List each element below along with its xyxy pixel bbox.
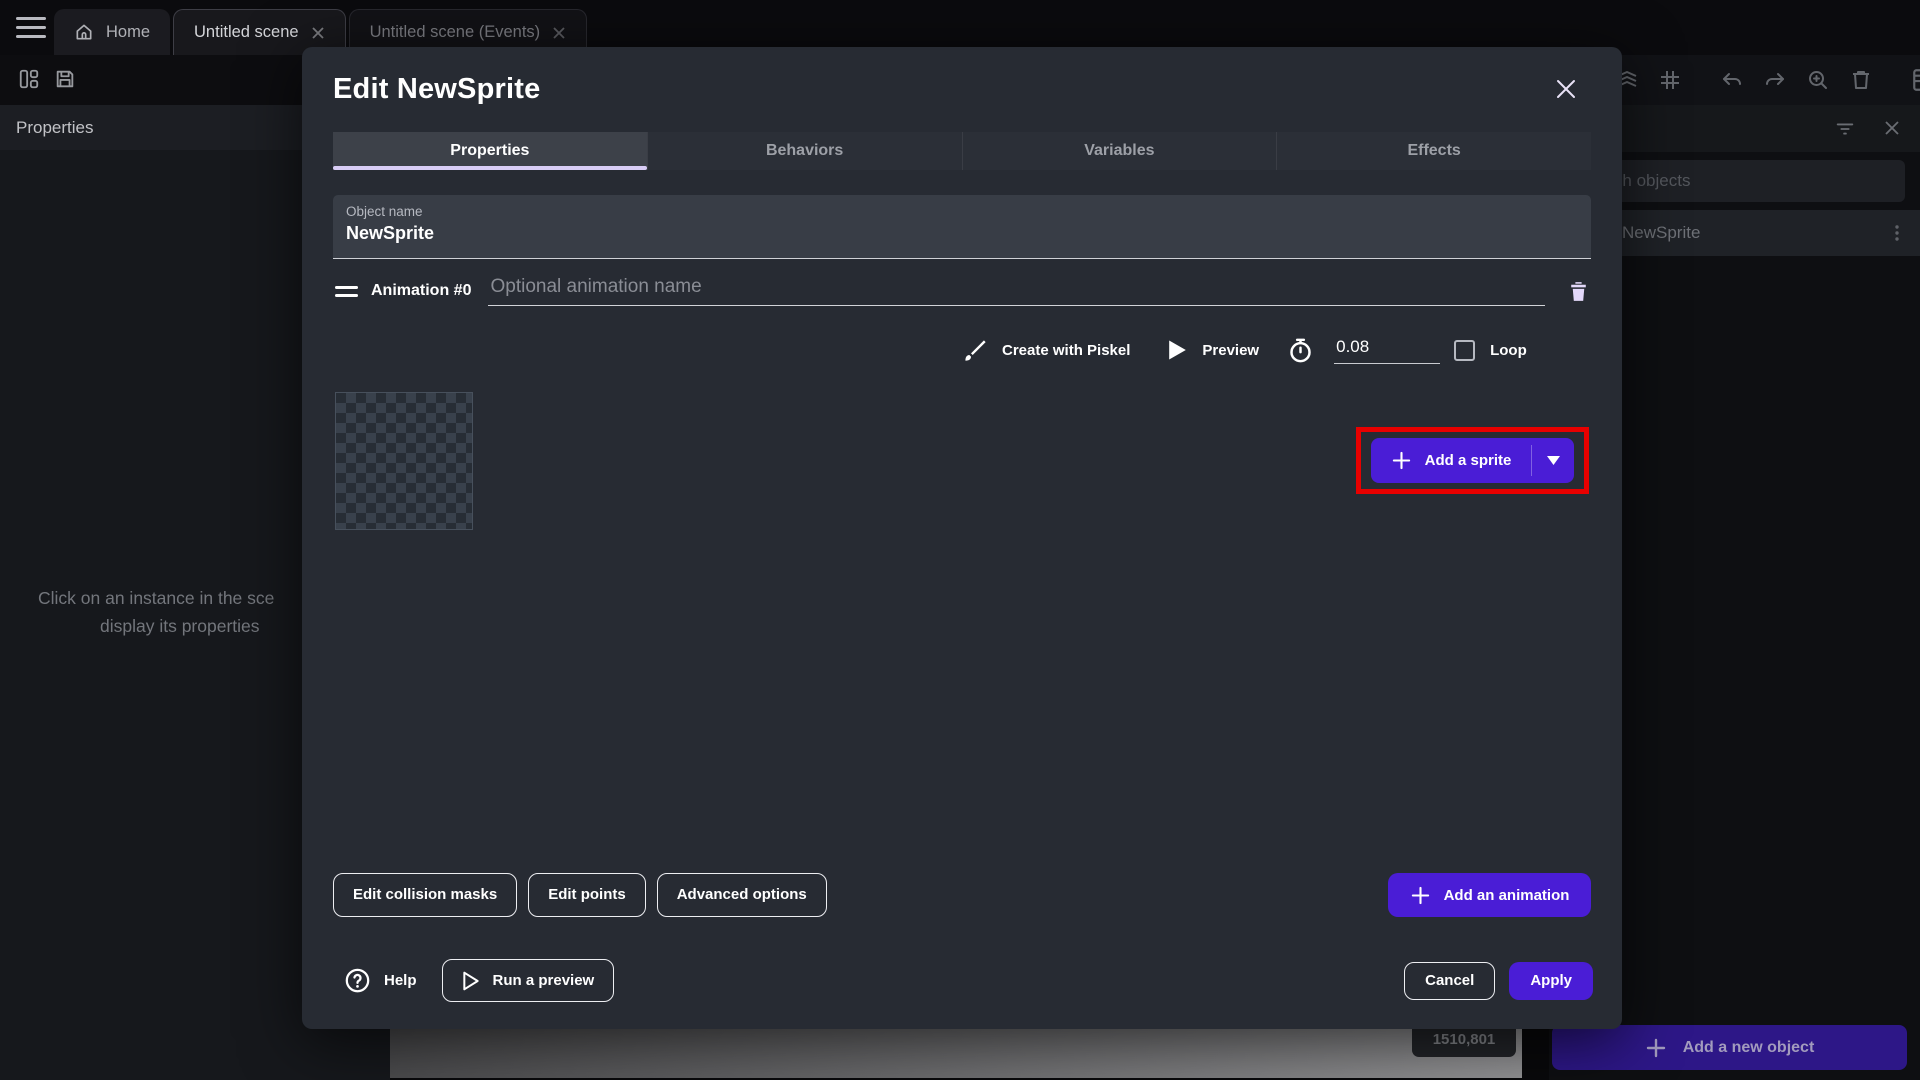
question-circle-icon — [344, 967, 371, 994]
delete-animation-icon[interactable] — [1566, 279, 1591, 304]
add-new-object-button[interactable]: Add a new object — [1552, 1025, 1907, 1070]
close-tab-icon[interactable] — [311, 26, 325, 40]
tab-label: Variables — [1084, 142, 1154, 160]
object-name-field[interactable]: Object name — [333, 195, 1591, 259]
edit-points-button[interactable]: Edit points — [528, 873, 646, 917]
object-menu-icon[interactable] — [1888, 222, 1906, 249]
tab-variables[interactable]: Variables — [962, 132, 1277, 170]
add-sprite-label: Add a sprite — [1425, 452, 1512, 469]
zoom-in-icon[interactable] — [1806, 68, 1830, 92]
gdevelop-app: Home Untitled scene Untitled scene (Even… — [0, 0, 1920, 1080]
edit-object-dialog: Edit NewSprite Properties Behaviors Vari… — [302, 47, 1622, 1029]
tab-label: Effects — [1407, 142, 1460, 160]
trash-icon[interactable] — [1849, 68, 1873, 92]
add-new-object-label: Add a new object — [1683, 1039, 1815, 1057]
close-tab-icon[interactable] — [552, 26, 566, 40]
run-preview-label: Run a preview — [493, 972, 595, 989]
scene-canvas[interactable] — [390, 1029, 1522, 1078]
plus-icon — [1410, 885, 1431, 906]
cancel-button[interactable]: Cancel — [1404, 962, 1495, 1000]
dialog-title: Edit NewSprite — [333, 73, 540, 106]
loop-checkbox[interactable] — [1454, 340, 1475, 361]
dialog-actions-row: Edit collision masks Edit points Advance… — [333, 872, 1591, 917]
play-outline-icon — [462, 971, 480, 991]
properties-empty-text: Click on an instance in the sce — [38, 588, 274, 609]
object-name-input[interactable] — [346, 223, 1546, 244]
dialog-footer: Help Run a preview Cancel Apply — [333, 958, 1593, 1003]
plus-icon — [1645, 1037, 1667, 1059]
tab-properties[interactable]: Properties — [333, 132, 647, 170]
play-icon — [1168, 339, 1187, 361]
create-with-piskel-button[interactable]: Create with Piskel — [1002, 342, 1130, 359]
close-panel-icon[interactable] — [1882, 118, 1902, 143]
panels-layout-icon[interactable] — [18, 68, 40, 95]
dialog-close-icon[interactable] — [1553, 76, 1579, 107]
plus-icon — [1391, 450, 1412, 471]
preview-button[interactable]: Preview — [1202, 342, 1259, 359]
tab-label: Properties — [450, 142, 529, 160]
loop-label: Loop — [1490, 342, 1527, 359]
advanced-options-button[interactable]: Advanced options — [657, 873, 827, 917]
object-name: NewSprite — [1622, 223, 1700, 243]
filter-icon[interactable] — [1834, 118, 1856, 145]
brush-icon — [962, 337, 989, 364]
frame-duration-input[interactable] — [1334, 337, 1440, 364]
add-a-sprite-button[interactable]: Add a sprite — [1371, 438, 1574, 483]
tab-effects[interactable]: Effects — [1276, 132, 1591, 170]
annotation-highlight-box: Add a sprite — [1356, 427, 1589, 494]
tab-home[interactable]: Home — [54, 9, 170, 55]
home-icon — [74, 22, 94, 42]
help-button[interactable]: Help — [344, 967, 417, 994]
stopwatch-icon — [1287, 337, 1314, 364]
properties-empty-text: display its properties — [100, 616, 260, 637]
add-an-animation-button[interactable]: Add an animation — [1388, 873, 1591, 917]
add-sprite-dropdown-button[interactable] — [1532, 438, 1574, 483]
edit-collision-masks-button[interactable]: Edit collision masks — [333, 873, 517, 917]
grid-icon[interactable] — [1658, 68, 1682, 92]
drag-handle-icon[interactable] — [335, 286, 358, 297]
animation-label: Animation #0 — [371, 282, 471, 300]
redo-icon[interactable] — [1763, 68, 1787, 92]
main-menu-icon[interactable] — [16, 17, 46, 38]
undo-icon[interactable] — [1720, 68, 1744, 92]
save-icon[interactable] — [54, 68, 76, 95]
tab-label: Behaviors — [766, 142, 843, 160]
run-a-preview-button[interactable]: Run a preview — [442, 959, 615, 1002]
help-label: Help — [384, 972, 417, 989]
add-animation-label: Add an animation — [1444, 887, 1570, 904]
dialog-tabs: Properties Behaviors Variables Effects — [333, 132, 1591, 170]
tab-label: Untitled scene — [194, 23, 299, 42]
tab-label: Untitled scene (Events) — [370, 23, 541, 42]
animation-tools-row: Create with Piskel Preview Loop — [962, 330, 1558, 370]
apply-button[interactable]: Apply — [1509, 962, 1593, 1000]
sprite-frame-thumbnail[interactable] — [335, 392, 473, 530]
tab-behaviors[interactable]: Behaviors — [647, 132, 962, 170]
animation-name-input[interactable] — [488, 276, 1545, 306]
animation-row: Animation #0 — [333, 271, 1591, 311]
edit-scene-properties-icon[interactable] — [1911, 67, 1920, 93]
object-name-label: Object name — [346, 204, 423, 219]
tab-label: Home — [106, 23, 150, 42]
